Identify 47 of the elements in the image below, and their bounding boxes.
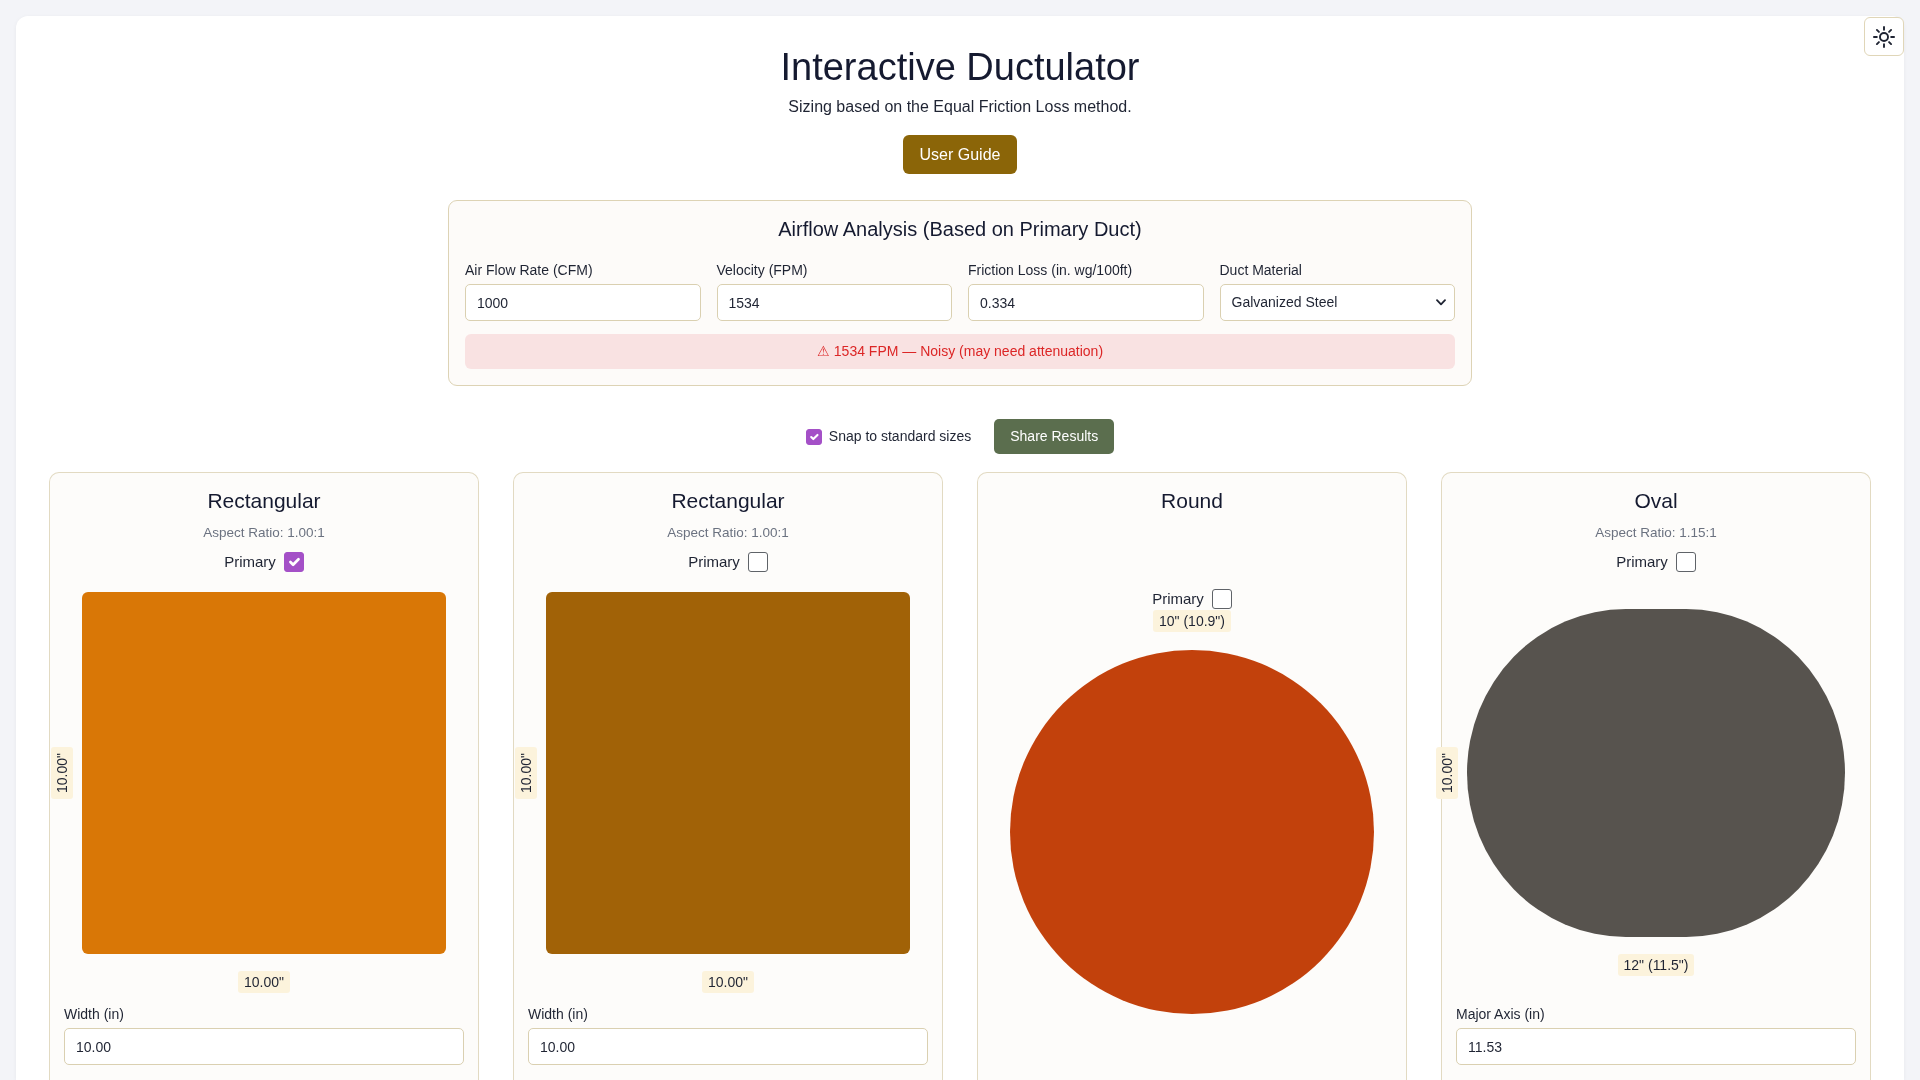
primary-checkbox[interactable]: [1675, 552, 1696, 572]
dimension-label: 10.00": [702, 971, 754, 993]
field-label: Friction Loss (in. wg/100ft): [968, 261, 1133, 279]
warning-alert: ⚠ 1534 FPM — Noisy (may need attenuation): [465, 334, 1455, 369]
primary-checkbox[interactable]: [1211, 589, 1232, 609]
user-guide-button[interactable]: User Guide: [902, 135, 1018, 174]
card-title: Round: [1161, 489, 1223, 513]
dimension-label: 10.00": [238, 971, 290, 993]
checkbox-label[interactable]: Snap to standard sizes: [828, 426, 972, 447]
dropdown[interactable]: Galvanized Steel: [1219, 284, 1455, 321]
dimension-label: 10.00": [1436, 747, 1458, 799]
primary-checkbox[interactable]: [283, 552, 304, 572]
input-field[interactable]: 11.53: [1456, 1028, 1856, 1065]
card-title: Oval: [1634, 489, 1678, 513]
primary-label: Primary: [1616, 552, 1668, 572]
input-field[interactable]: 10.00: [64, 1028, 464, 1065]
input-field[interactable]: 0.334: [968, 284, 1204, 321]
primary-checkbox[interactable]: [747, 552, 768, 572]
card-title: Rectangular: [671, 489, 785, 513]
dimension-label: 10.00": [51, 747, 73, 799]
field-label: Width (in): [528, 1005, 588, 1023]
panel-title: Airflow Analysis (Based on Primary Duct): [777, 217, 1143, 242]
aspect-ratio-text: Aspect Ratio: 1.00:1: [667, 524, 789, 542]
input-field[interactable]: 1000: [465, 284, 701, 321]
snap-checkbox[interactable]: [805, 428, 822, 445]
sun-icon: [1873, 25, 1895, 48]
card-title: Rectangular: [207, 489, 321, 513]
field-label: Air Flow Rate (CFM): [465, 261, 593, 279]
field-label: Duct Material: [1219, 261, 1302, 279]
input-field[interactable]: 1534: [716, 284, 952, 321]
field-label: Width (in): [64, 1005, 124, 1023]
dimension-label: 12" (11.5"): [1617, 954, 1695, 976]
field-label: Velocity (FPM): [716, 261, 808, 279]
share-results-button[interactable]: Share Results: [994, 419, 1115, 454]
theme-toggle-button[interactable]: [1864, 17, 1904, 56]
primary-label: Primary: [1152, 589, 1204, 609]
chevron-down-icon: [1436, 299, 1446, 306]
subtitle: Sizing based on the Equal Friction Loss method.: [788, 97, 1132, 117]
primary-label: Primary: [688, 552, 740, 572]
dimension-label: 10" (10.9"): [1153, 610, 1231, 632]
aspect-ratio-text: Aspect Ratio: 1.15:1: [1595, 524, 1717, 542]
field-label: Major Axis (in): [1456, 1005, 1545, 1023]
primary-label: Primary: [224, 552, 276, 572]
page-title: Interactive Ductulator: [780, 45, 1140, 90]
dimension-label: 10.00": [515, 747, 537, 799]
aspect-ratio-text: Aspect Ratio: 1.00:1: [203, 524, 325, 542]
input-field[interactable]: 10.00: [528, 1028, 928, 1065]
